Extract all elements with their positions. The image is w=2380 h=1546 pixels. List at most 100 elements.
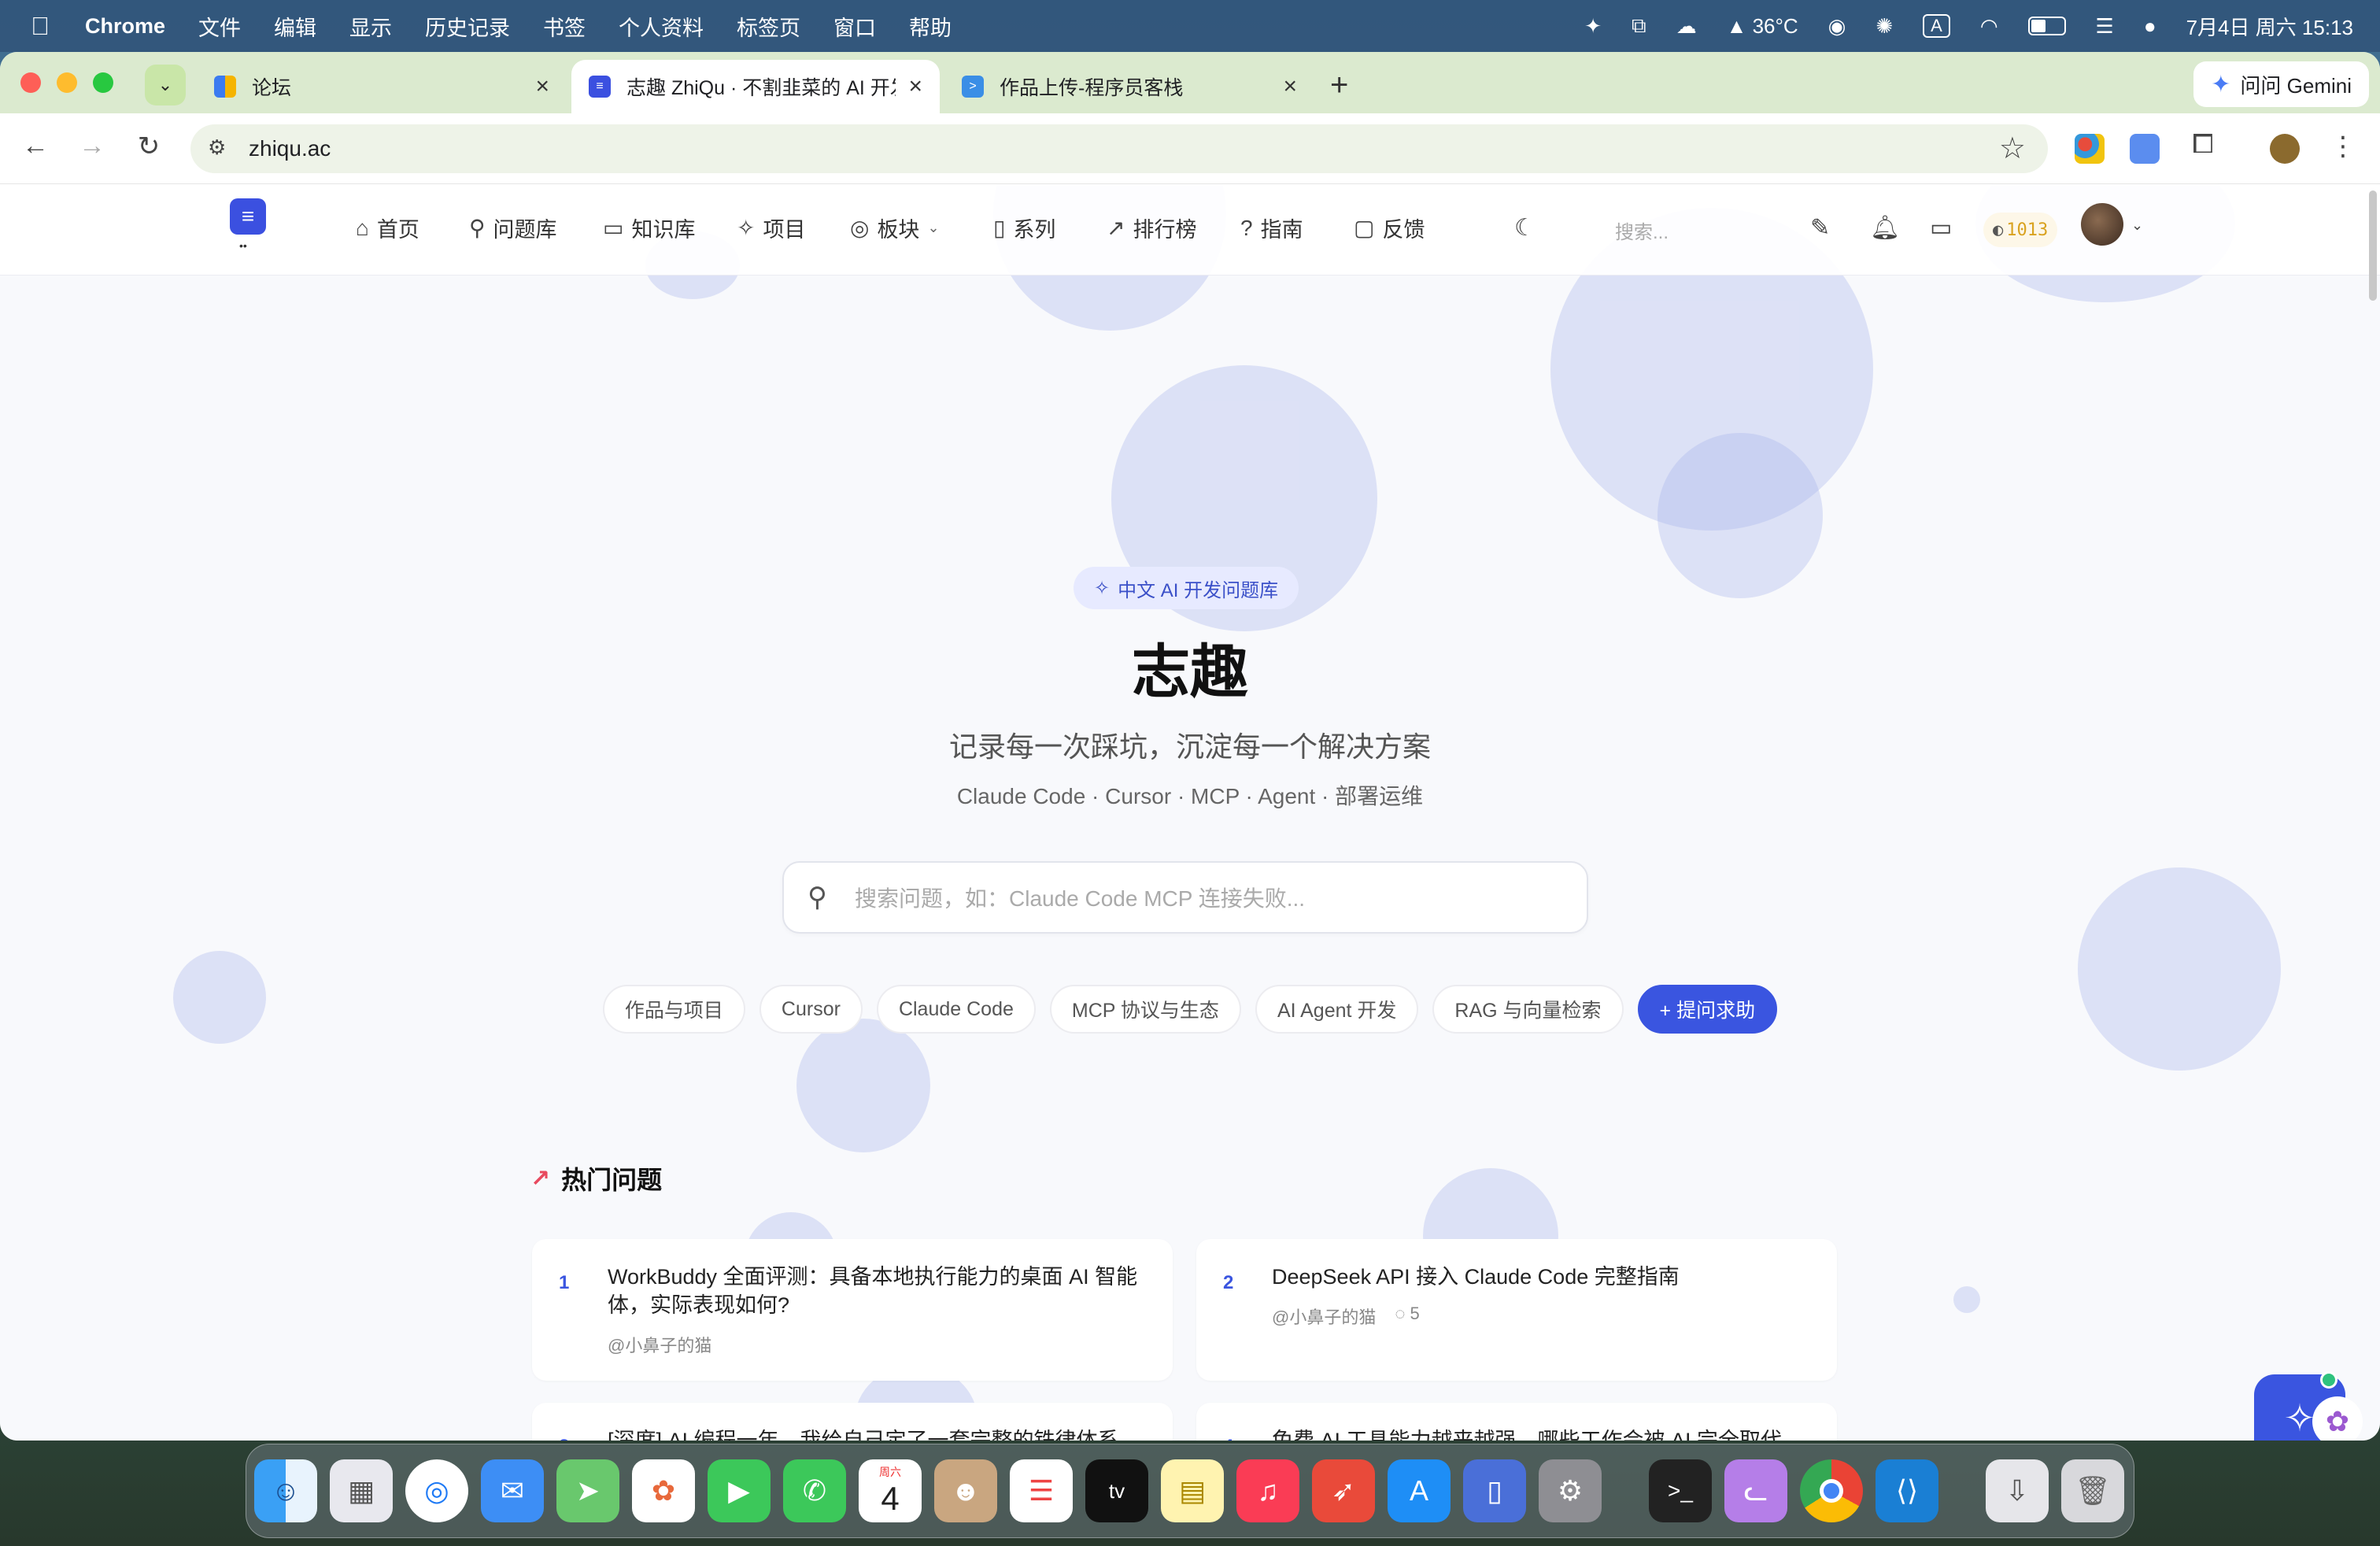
nav-series[interactable]: ▯ 系列 (993, 213, 1055, 243)
question-author[interactable]: @小鼻子的猫 (608, 1332, 711, 1357)
chip-works-projects[interactable]: 作品与项目 (602, 985, 745, 1034)
notes-icon[interactable]: ▤ (1161, 1459, 1224, 1522)
user-avatar[interactable] (2081, 203, 2123, 246)
ask-gemini-button[interactable]: ✦ 问问 Gemini (2193, 61, 2369, 107)
question-card[interactable]: 2 DeepSeek API 接入 Claude Code 完整指南 @小鼻子的… (1196, 1239, 1837, 1381)
hero-search-input[interactable]: ⚲ 搜索问题，如：Claude Code MCP 连接失败... (782, 861, 1588, 934)
apple-menu-icon[interactable]:  (27, 12, 54, 41)
battery-icon[interactable] (2027, 17, 2066, 35)
cloud-status-icon[interactable]: ☁ (1676, 14, 1697, 39)
menu-file[interactable]: 文件 (198, 11, 241, 42)
close-tab-icon[interactable]: × (1283, 73, 1297, 100)
wifi-icon[interactable]: ◠ (1980, 14, 1998, 39)
close-window-button[interactable] (20, 72, 41, 93)
screenshot-status-icon[interactable]: ⧉ (1632, 13, 1646, 39)
zhiqu-logo[interactable]: ≡ (230, 198, 266, 235)
brightness-status-icon[interactable]: ✺ (1876, 14, 1893, 39)
menu-history[interactable]: 历史记录 (425, 11, 510, 42)
nav-leaderboard[interactable]: ↗ 排行榜 (1107, 213, 1196, 243)
finder-icon[interactable]: ☺ (254, 1459, 317, 1522)
terminal-icon[interactable]: >_ (1649, 1459, 1712, 1522)
menu-help[interactable]: 帮助 (909, 11, 952, 42)
siri-icon[interactable]: ● (2144, 14, 2156, 39)
menu-edit[interactable]: 编辑 (274, 11, 316, 42)
tab-search-chevron-icon[interactable]: ⌄ (145, 65, 186, 105)
bell-icon[interactable]: 🔔︎ (1870, 214, 1900, 242)
sparkle-status-icon[interactable]: ✦ (1584, 14, 1602, 39)
app-menu[interactable]: Chrome (85, 14, 165, 39)
safari-icon[interactable]: ◎ (405, 1459, 468, 1522)
nav-knowledge[interactable]: ▭ 知识库 (603, 213, 695, 243)
extension-translate-icon[interactable] (2130, 134, 2160, 164)
nav-home[interactable]: ⌂ 首页 (356, 213, 419, 243)
menu-view[interactable]: 显示 (349, 11, 392, 42)
maps-icon[interactable]: ➤ (556, 1459, 619, 1522)
menu-profiles[interactable]: 个人资料 (619, 11, 704, 42)
nav-projects[interactable]: ✧ 项目 (737, 213, 805, 243)
trash-icon[interactable]: 🗑︎ (2061, 1459, 2124, 1522)
question-title[interactable]: WorkBuddy 全面评测：具备本地执行能力的桌面 AI 智能体，实际表现如何… (608, 1263, 1151, 1319)
nav-boards[interactable]: ◎ 板块 ⌄ (850, 213, 940, 243)
question-title[interactable]: [深度] AI 编程一年，我给自己定了一套完整的铁律体系——你呢? (608, 1426, 1151, 1441)
calendar-icon[interactable]: 周六 4 (859, 1459, 922, 1522)
chip-claude-code[interactable]: Claude Code (876, 985, 1036, 1034)
chrome-icon[interactable] (1800, 1459, 1863, 1522)
reload-icon[interactable]: ↻ (131, 131, 167, 162)
nav-guide[interactable]: ? 指南 (1240, 213, 1303, 243)
chip-mcp[interactable]: MCP 协议与生态 (1049, 985, 1241, 1034)
close-tab-icon[interactable]: × (908, 73, 922, 100)
menu-window[interactable]: 窗口 (833, 11, 876, 42)
tab-proginn[interactable]: > 作品上传-程序员客栈 × (944, 60, 1314, 113)
cat-status-icon[interactable]: ◉ (1828, 14, 1846, 39)
menu-tab[interactable]: 标签页 (737, 11, 800, 42)
rocket-app-icon[interactable]: ➶ (1312, 1459, 1375, 1522)
chip-rag[interactable]: RAG 与向量检索 (1432, 985, 1624, 1034)
page-scrollbar[interactable] (2369, 190, 2377, 301)
minimize-window-button[interactable] (57, 72, 77, 93)
bookmark-star-icon[interactable]: ☆ (1999, 131, 2026, 166)
launchpad-icon[interactable]: ▦ (330, 1459, 393, 1522)
back-arrow-icon[interactable]: ← (17, 131, 54, 161)
site-search-input[interactable]: 搜索... (1571, 208, 1776, 252)
phone-icon[interactable]: ✆ (783, 1459, 846, 1522)
question-title[interactable]: DeepSeek API 接入 Claude Code 完整指南 (1272, 1263, 1815, 1291)
contacts-icon[interactable]: ☻ (934, 1459, 997, 1522)
vscode-icon[interactable]: ⟨⟩ (1876, 1459, 1938, 1522)
brain-extension-icon[interactable]: ✿ (2312, 1396, 2363, 1441)
zoom-window-button[interactable] (93, 72, 113, 93)
menu-bookmarks[interactable]: 书签 (543, 11, 586, 42)
question-card[interactable]: 1 WorkBuddy 全面评测：具备本地执行能力的桌面 AI 智能体，实际表现… (532, 1239, 1173, 1381)
site-info-icon[interactable]: ⚙ (208, 135, 226, 160)
mail-icon[interactable]: ✉ (481, 1459, 544, 1522)
control-center-icon[interactable]: ☰ (2096, 14, 2114, 39)
chip-ai-agent[interactable]: AI Agent 开发 (1255, 985, 1419, 1034)
tab-forum[interactable]: 论坛 × (197, 60, 567, 113)
downloads-icon[interactable]: ⇩ (1986, 1459, 2049, 1522)
app-store-icon[interactable]: A (1388, 1459, 1451, 1522)
nav-questions[interactable]: ⚲ 问题库 (469, 213, 557, 243)
profile-avatar-icon[interactable] (2270, 134, 2300, 164)
close-tab-icon[interactable]: × (535, 73, 549, 100)
nav-feedback[interactable]: ▢ 反馈 (1354, 213, 1425, 243)
address-bar[interactable]: ⚙ zhiqu.ac ☆ (190, 124, 2048, 173)
apple-tv-icon[interactable]: tv (1085, 1459, 1148, 1522)
points-badge[interactable]: ◐ 1013 (1983, 213, 2058, 247)
dark-mode-moon-icon[interactable]: ☾ (1514, 214, 1536, 242)
question-author[interactable]: @小鼻子的猫 (1272, 1304, 1376, 1329)
question-card[interactable]: 4 免费 AI 工具能力越来越强，哪些工作会被 AI 完全取代，普通人该如何学习… (1196, 1403, 1837, 1441)
more-menu-icon[interactable]: ⋮ (2325, 131, 2361, 162)
input-method-indicator[interactable]: A (1923, 14, 1950, 38)
chevron-down-icon[interactable]: ⌄ (2131, 217, 2143, 234)
datetime-label[interactable]: 7月4日 周六 15:13 (2186, 12, 2353, 41)
url-text[interactable]: zhiqu.ac (249, 136, 331, 161)
question-title[interactable]: 免费 AI 工具能力越来越强，哪些工作会被 AI 完全取代，普通人该如何学习 A… (1272, 1426, 1815, 1441)
weather-status[interactable]: ▲ 36°C (1727, 14, 1798, 39)
chip-cursor[interactable]: Cursor (759, 985, 863, 1034)
new-tab-button[interactable]: + (1330, 68, 1348, 103)
edit-icon[interactable]: ✎ (1810, 214, 1830, 242)
system-settings-icon[interactable]: ⚙ (1539, 1459, 1602, 1522)
facetime-icon[interactable]: ▶ (708, 1459, 771, 1522)
photos-icon[interactable]: ✿ (632, 1459, 695, 1522)
ask-question-button[interactable]: + 提问求助 (1637, 985, 1778, 1034)
extension-palette-icon[interactable] (2075, 134, 2105, 164)
